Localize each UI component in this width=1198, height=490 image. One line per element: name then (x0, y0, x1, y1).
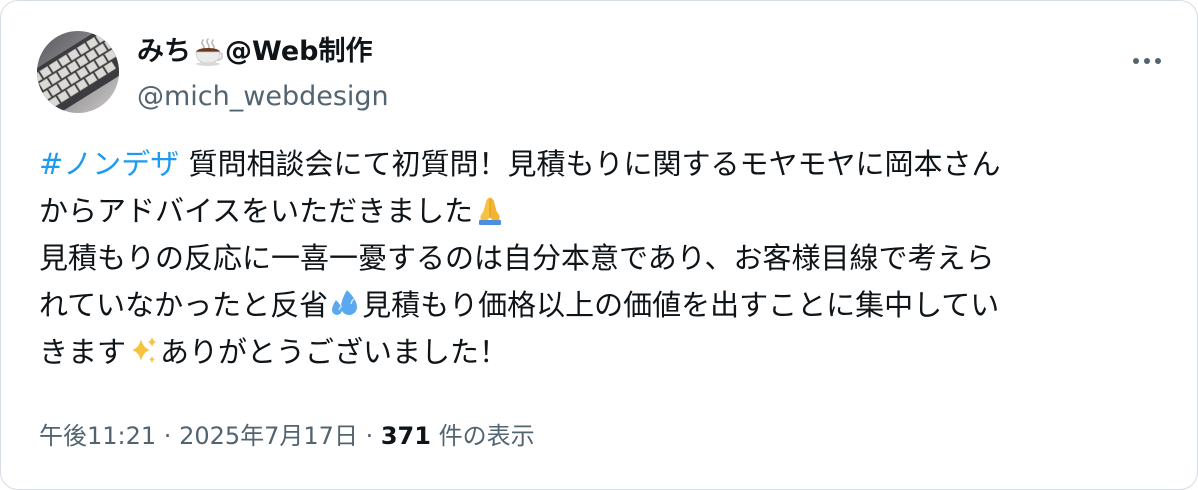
meta-separator: · (156, 422, 180, 450)
views-label: 件の表示 (430, 422, 535, 450)
tweet-line-4: れていなかったと反省 見積もり価格以上の価値を出すことに集中してい (39, 282, 1169, 329)
avatar[interactable] (37, 31, 119, 113)
user-block: みち @Web制作 @mich_webdesign (137, 35, 389, 113)
post-time[interactable]: 午後11:21 (39, 422, 156, 450)
tweet-line-2-text: からアドバイスをいただきました (39, 194, 474, 228)
user-handle[interactable]: @mich_webdesign (137, 81, 389, 113)
display-name-suffix: @Web制作 (225, 36, 373, 67)
hot-beverage-icon (195, 38, 223, 66)
folded-hands-icon (479, 197, 502, 225)
tweet-line-4-text-a: れていなかったと反省 (39, 288, 329, 322)
tweet-header: みち @Web制作 @mich_webdesign (37, 31, 1167, 115)
sparkles-icon (132, 337, 157, 363)
tweet-line-1-text: 質問相談会にて初質問！見積もりに関するモヤモヤに岡本さん (179, 147, 1001, 181)
tweet-line-4-text-b: 見積もり価格以上の価値を出すことに集中してい (362, 288, 1000, 322)
tweet-line-5: きます ありがとうございました！ (39, 329, 1169, 376)
post-date[interactable]: 2025年7月17日 (179, 422, 358, 450)
tweet-line-2: からアドバイスをいただきました (39, 188, 1169, 235)
tweet-meta: 午後11:21 · 2025年7月17日 · 371 件の表示 (39, 421, 535, 451)
more-options-button[interactable] (1127, 41, 1167, 81)
more-options-icon (1133, 58, 1161, 64)
sweat-droplets-icon (332, 290, 358, 315)
tweet-card: みち @Web制作 @mich_webdesign #ノンデザ 質問相談会にて初… (0, 0, 1198, 490)
hashtag-link[interactable]: #ノンデザ (39, 147, 179, 181)
display-name[interactable]: みち @Web制作 (137, 35, 389, 69)
tweet-text: #ノンデザ 質問相談会にて初質問！見積もりに関するモヤモヤに岡本さん からアドバ… (39, 141, 1169, 376)
tweet-line-1: #ノンデザ 質問相談会にて初質問！見積もりに関するモヤモヤに岡本さん (39, 141, 1169, 188)
display-name-prefix: みち (137, 36, 191, 67)
tweet-line-5-text-a: きます (39, 335, 127, 369)
laptop-keyboard-avatar (37, 31, 119, 113)
tweet-line-3: 見積もりの反応に一喜一憂するのは自分本意であり、お客様目線で考えら (39, 241, 995, 275)
views-count: 371 (380, 422, 431, 450)
tweet-line-5-text-b: ありがとうございました！ (160, 335, 509, 369)
meta-separator: · (357, 422, 381, 450)
